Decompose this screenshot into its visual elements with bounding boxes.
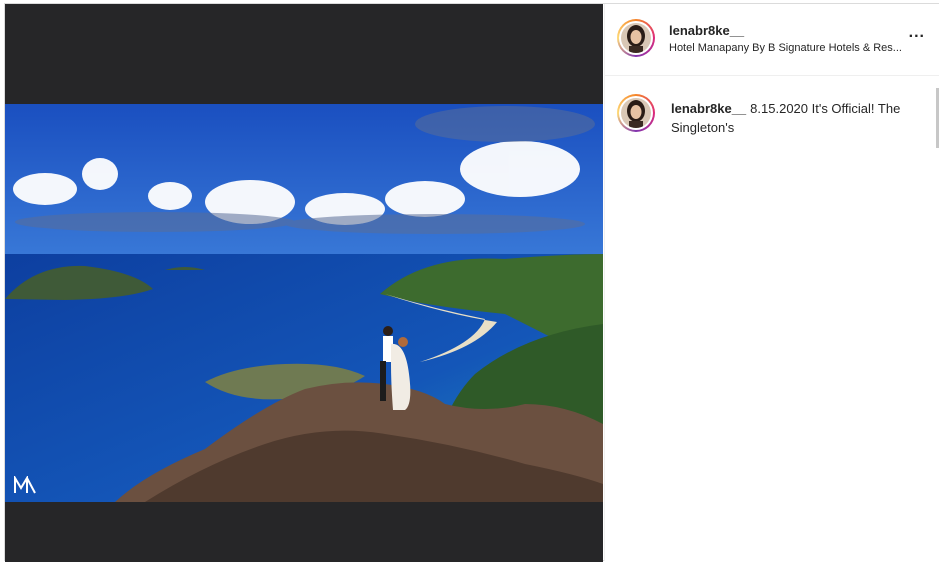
comment-body: lenabr8ke__ 8.15.2020 It's Official! The … [671, 99, 921, 137]
scrollbar[interactable] [936, 88, 939, 148]
media-viewer[interactable] [5, 4, 603, 562]
comment-username[interactable]: lenabr8ke__ [671, 101, 746, 116]
landscape-illustration [5, 104, 603, 502]
comment-avatar[interactable] [617, 94, 655, 132]
post-side-panel: lenabr8ke__ Hotel Manapany By B Signatur… [604, 4, 939, 561]
profile-photo-icon [621, 98, 651, 128]
post-photo[interactable] [5, 104, 603, 502]
more-options-icon[interactable]: ... [909, 24, 925, 42]
avatar[interactable] [617, 19, 655, 57]
post-header: lenabr8ke__ Hotel Manapany By B Signatur… [605, 4, 939, 76]
post-author-username[interactable]: lenabr8ke__ [669, 23, 744, 38]
photographer-watermark-logo [13, 476, 37, 494]
profile-photo-icon [621, 23, 651, 53]
post-location[interactable]: Hotel Manapany By B Signature Hotels & R… [669, 42, 921, 54]
